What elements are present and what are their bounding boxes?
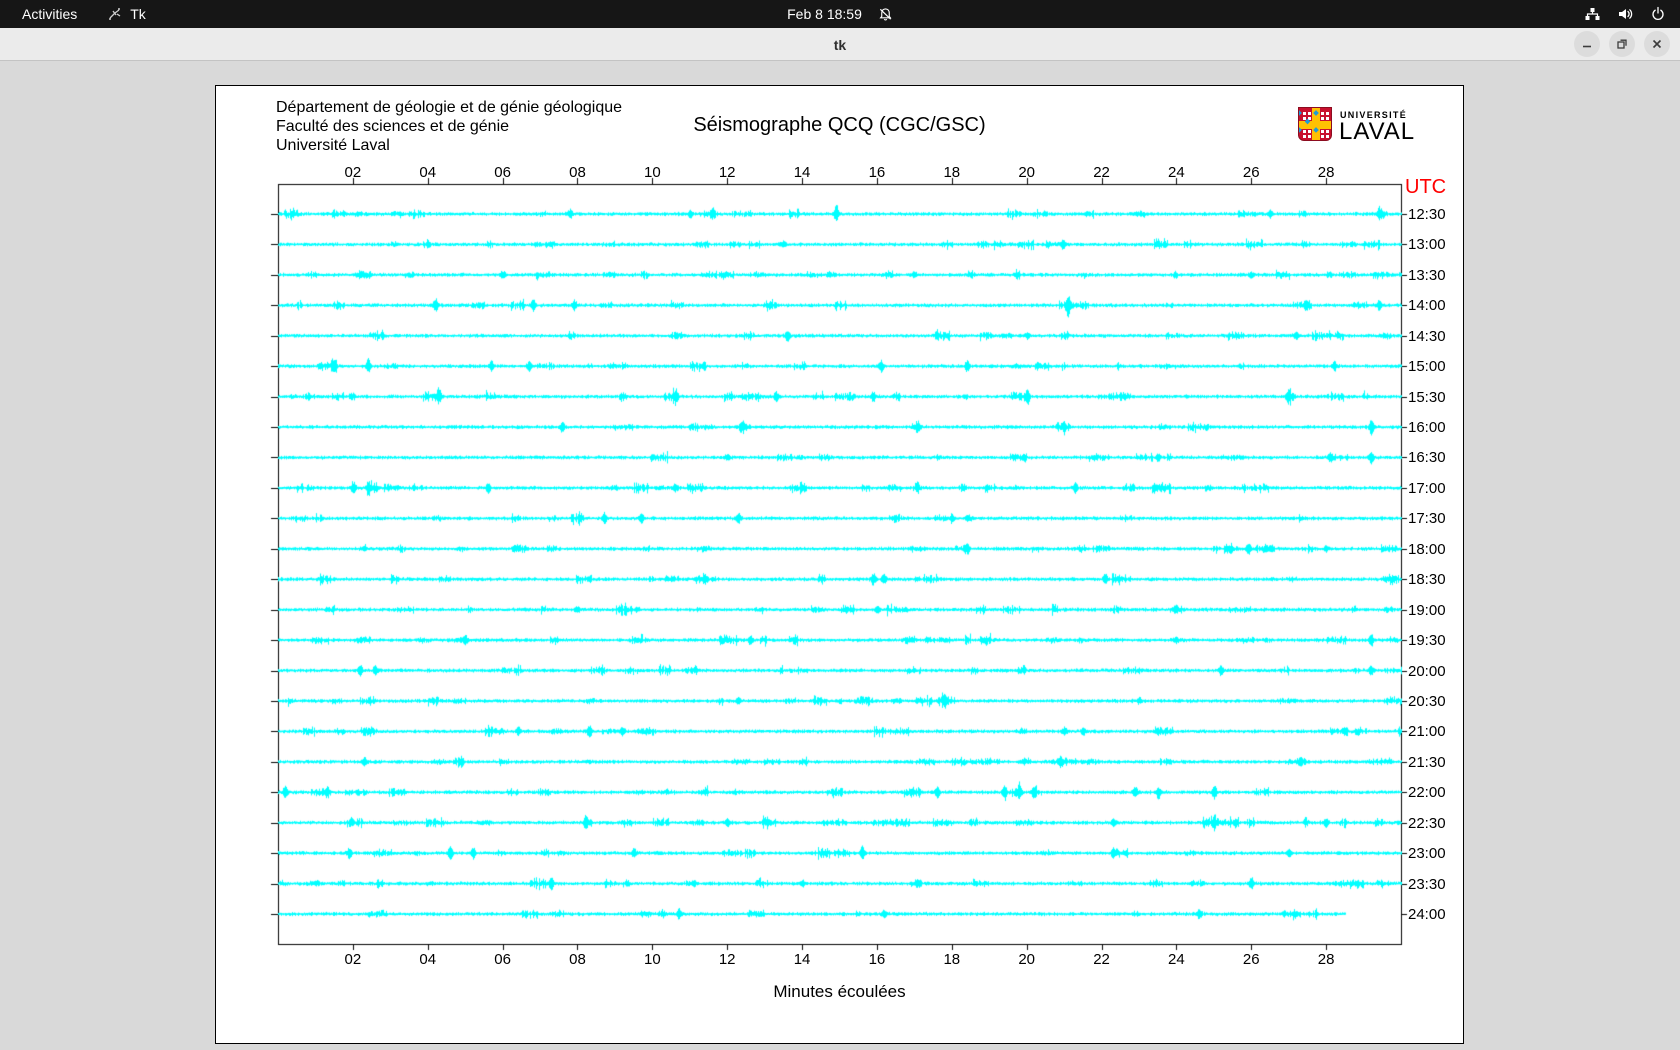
x-tick-label: 24: [1168, 164, 1185, 181]
x-tick-label: 18: [943, 164, 961, 181]
x-tick-label: 26: [1242, 164, 1260, 181]
utc-time-label: 12:30: [1408, 206, 1446, 223]
x-tick-label: 16: [868, 164, 886, 181]
utc-axis-label: UTC: [1405, 176, 1447, 198]
window-titlebar: tk: [0, 28, 1680, 61]
logo-laval-text: LAVAL: [1339, 118, 1416, 145]
x-tick-label: 06: [494, 164, 511, 181]
seismogram-traces-canvas: [216, 86, 1463, 1043]
window-title: tk: [833, 36, 847, 53]
system-status-area[interactable]: [1584, 0, 1680, 28]
x-tick-label: 04: [419, 164, 437, 181]
utc-time-label: 21:00: [1408, 723, 1446, 741]
x-tick-label: 12: [718, 951, 736, 968]
volume-icon: [1619, 9, 1633, 19]
laval-shield-icon: [1298, 107, 1332, 141]
utc-time-label: 15:30: [1408, 388, 1446, 406]
maximize-button[interactable]: [1609, 31, 1635, 57]
minimize-icon: [1583, 45, 1591, 48]
x-tick-label: 10: [643, 164, 661, 181]
utc-time-label: 17:00: [1408, 479, 1446, 497]
x-tick-label: 02: [344, 164, 362, 181]
utc-time-label: 23:00: [1408, 845, 1446, 863]
x-tick-label: 14: [793, 951, 811, 968]
window-body: Département de géologie et de génie géol…: [0, 62, 1680, 1050]
x-tick-label: 28: [1317, 951, 1335, 968]
gnome-top-bar: Activities Tk Feb 8 18:59: [0, 0, 1680, 28]
x-tick-label: 08: [569, 164, 586, 181]
x-tick-label: 02: [344, 951, 362, 968]
utc-time-label: 23:30: [1408, 875, 1446, 893]
x-tick-label: 04: [419, 951, 437, 968]
x-tick-label: 06: [494, 951, 511, 968]
x-tick-label: 20: [1018, 951, 1035, 968]
minimize-button[interactable]: [1574, 31, 1600, 57]
x-tick-label: 24: [1168, 951, 1185, 968]
seismograph-card: Département de géologie et de génie géol…: [215, 85, 1464, 1044]
utc-time-label: 19:30: [1408, 632, 1446, 650]
clock-label: Feb 8 18:59: [787, 6, 862, 22]
x-tick-label: 10: [643, 951, 661, 968]
utc-time-label: 14:00: [1408, 297, 1446, 315]
clock-menu[interactable]: Feb 8 18:59: [0, 0, 1680, 28]
utc-time-label: 17:30: [1408, 510, 1446, 528]
maximize-icon: [1617, 39, 1627, 49]
utc-time-label: 22:00: [1408, 784, 1446, 802]
utc-time-label: 20:30: [1408, 692, 1446, 710]
notifications-disabled-icon: [879, 7, 892, 20]
chart-title: Séismographe QCQ (CGC/GSC): [693, 114, 986, 136]
utc-time-label: 18:30: [1408, 571, 1446, 589]
utc-time-label: 13:00: [1408, 236, 1446, 254]
x-tick-label: 26: [1242, 951, 1260, 968]
utc-time-label: 18:00: [1408, 540, 1446, 558]
laval-logo: UNIVERSITÉ LAVAL: [1298, 105, 1448, 145]
utc-time-label: 15:00: [1408, 358, 1446, 376]
close-button[interactable]: [1644, 31, 1670, 57]
utc-time-label: 19:00: [1408, 601, 1446, 619]
wired-network-icon: [1585, 8, 1600, 20]
power-icon: [1652, 6, 1664, 20]
utc-time-label: 16:00: [1408, 419, 1446, 437]
x-tick-label: 14: [793, 164, 811, 181]
x-tick-label: 16: [868, 951, 886, 968]
x-tick-label: 20: [1018, 164, 1035, 181]
x-axis-title: Minutes écoulées: [773, 982, 906, 1001]
x-tick-label: 12: [718, 164, 736, 181]
x-tick-label: 22: [1093, 951, 1110, 968]
x-tick-label: 28: [1317, 164, 1335, 181]
utc-time-label: 21:30: [1408, 753, 1446, 771]
utc-time-label: 22:30: [1408, 814, 1446, 832]
x-tick-label: 18: [943, 951, 961, 968]
utc-time-label: 24:00: [1408, 906, 1446, 923]
utc-time-label: 16:30: [1408, 449, 1446, 467]
x-tick-label: 08: [569, 951, 586, 968]
x-tick-label: 22: [1093, 164, 1110, 181]
header-line-3: Université Laval: [276, 137, 390, 154]
utc-time-label: 20:00: [1408, 662, 1446, 680]
close-icon: [1652, 39, 1662, 49]
utc-time-label: 13:30: [1408, 266, 1446, 284]
utc-time-label: 14:30: [1408, 327, 1446, 345]
